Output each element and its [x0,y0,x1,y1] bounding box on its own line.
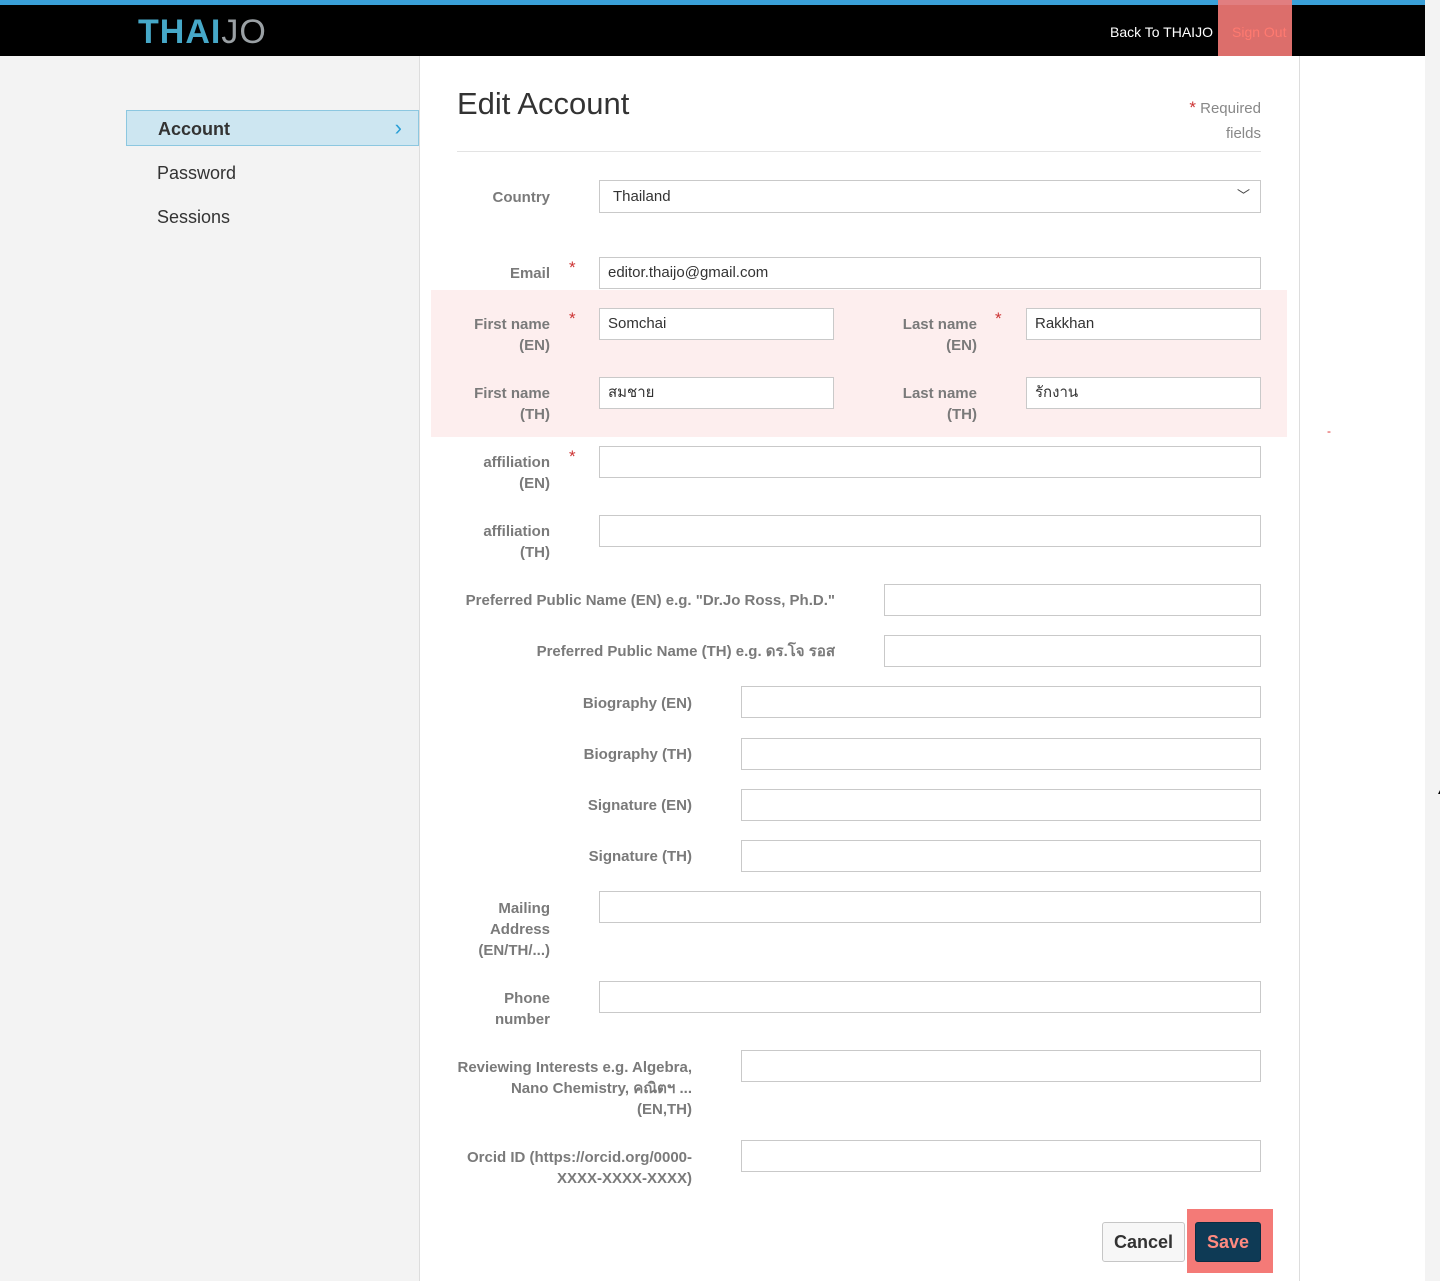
sidebar-item-label: Password [157,163,237,183]
public-name-th-field[interactable] [884,635,1261,667]
public-name-en-field[interactable] [884,584,1261,616]
affiliation-en-label: affiliation (EN) [483,454,550,492]
public-name-en-label: Preferred Public Name (EN) e.g. "Dr.Jo R… [465,592,835,609]
chevron-right-icon: › [394,115,402,140]
signature-th-field[interactable] [741,840,1261,872]
orcid-field[interactable] [741,1140,1261,1172]
affiliation-en-field[interactable] [599,446,1261,478]
last-name-en-label: Last name (EN) [902,316,977,354]
biography-en-field[interactable] [741,686,1261,718]
email-label: Email [509,265,550,282]
mailing-address-field[interactable] [599,891,1261,923]
first-name-th-label: First name (TH) [474,385,550,423]
thaijo-logo[interactable]: THAIJO [138,13,267,52]
reviewing-interests-label: Reviewing Interests e.g. Algebra, Nano Ch… [457,1059,692,1118]
sidebar-item-label: Sessions [157,207,231,227]
mailing-address-label: Mailing Address (EN/TH/...) [478,900,550,959]
required-star: * [569,309,576,328]
sidebar-item-label: Account [158,119,230,139]
first-name-th-field[interactable]: สมชาย [599,377,834,409]
phone-field[interactable] [599,981,1261,1013]
affiliation-th-label: affiliation (TH) [483,523,550,561]
biography-th-label: Biography (TH) [583,746,692,763]
first-name-en-label: First name (EN) [474,316,550,354]
biography-en-label: Biography (EN) [582,695,692,712]
first-name-en-field[interactable]: Somchai [599,308,834,340]
sidebar-item-password[interactable]: Password [126,155,419,191]
required-star: * [995,309,1002,328]
scroll-indicator[interactable]: ▲ [1436,786,1440,797]
public-name-th-label: Preferred Public Name (TH) e.g. ดร.โจ รอ… [536,643,835,660]
title-divider [457,151,1261,152]
stray-mark: - [1327,424,1331,438]
country-label: Country [492,189,551,206]
required-fields-note: * Required fields [1189,98,1261,142]
sidebar-item-sessions[interactable]: Sessions [126,199,419,235]
country-select[interactable]: Thailand ﹀ [599,180,1261,213]
signature-en-field[interactable] [741,789,1261,821]
signature-en-label: Signature (EN) [587,797,692,814]
sidebar [0,56,420,1281]
last-name-th-field[interactable]: รักงาน [1026,377,1261,409]
email-field[interactable]: editor.thaijo@gmail.com [599,257,1261,289]
cancel-button[interactable]: Cancel [1102,1222,1185,1262]
chevron-down-icon: ﹀ [1236,188,1250,203]
signature-th-label: Signature (TH) [588,848,692,865]
last-name-th-label: Last name (TH) [902,385,977,423]
biography-th-field[interactable] [741,738,1261,770]
orcid-label: Orcid ID (https://orcid.org/0000- XXXX-XX… [466,1149,692,1187]
required-star: * [569,447,576,466]
page-title: Edit Account [457,86,630,121]
back-to-thaijo-link[interactable]: Back To THAIJO [1110,24,1213,40]
last-name-en-field[interactable]: Rakkhan [1026,308,1261,340]
phone-label: Phone number [494,990,550,1028]
save-button[interactable]: Save [1195,1222,1261,1262]
affiliation-th-field[interactable] [599,515,1261,547]
reviewing-interests-field[interactable] [741,1050,1261,1082]
required-star: * [569,258,576,277]
right-gutter [1300,56,1425,1281]
sign-out-link[interactable]: Sign Out [1232,24,1286,40]
sidebar-item-account[interactable]: Account › [126,110,419,146]
